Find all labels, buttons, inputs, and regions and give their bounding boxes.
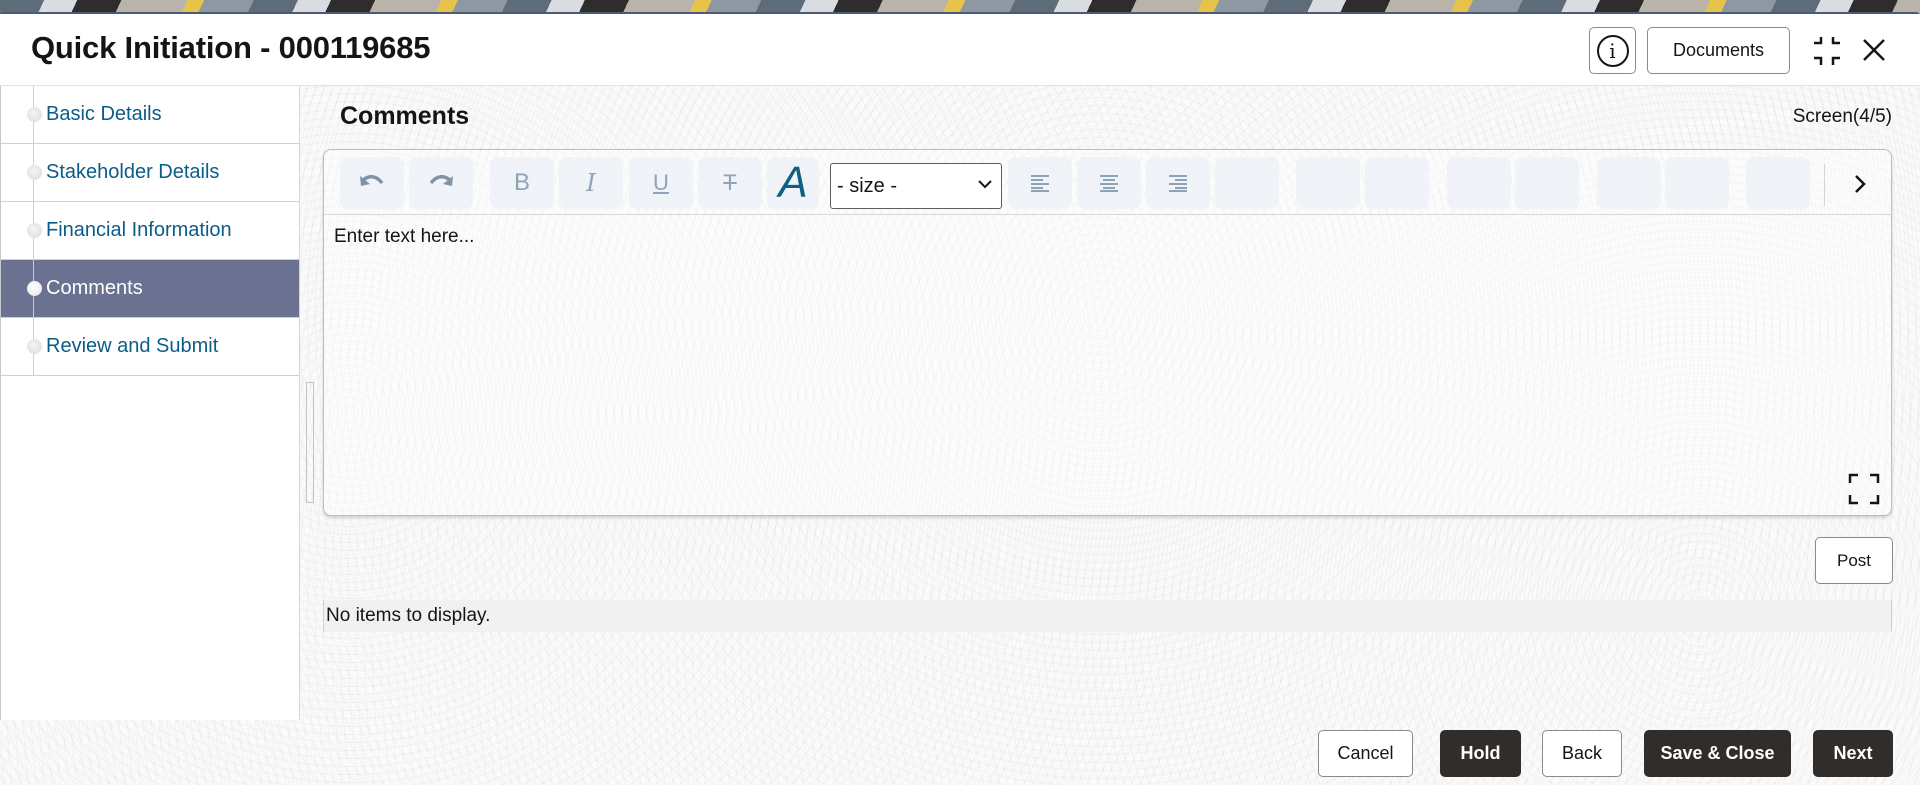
align-center-icon — [1100, 175, 1118, 192]
sidebar-item-label: Financial Information — [46, 219, 232, 241]
sidebar-nav: Basic Details Stakeholder Details Financ… — [0, 86, 300, 720]
font-icon: A — [778, 158, 808, 207]
toolbar-separator — [1824, 164, 1825, 206]
hold-button[interactable]: Hold — [1440, 730, 1521, 777]
toolbar-button-blank[interactable] — [1515, 157, 1579, 209]
next-button[interactable]: Next — [1813, 730, 1893, 777]
back-button[interactable]: Back — [1542, 730, 1622, 777]
sidebar-item-label: Review and Submit — [46, 335, 219, 357]
font-size-select[interactable]: - size - — [830, 163, 1002, 209]
align-left-button[interactable] — [1008, 157, 1072, 209]
undo-button[interactable] — [340, 157, 404, 209]
toolbar-more-button[interactable] — [1840, 164, 1880, 204]
undo-icon — [360, 175, 384, 186]
post-button[interactable]: Post — [1815, 537, 1893, 584]
strikethrough-button[interactable]: T — [698, 157, 762, 209]
underline-button[interactable]: U — [629, 157, 693, 209]
sidebar-item-basic-details[interactable]: Basic Details — [1, 86, 299, 144]
comment-text-area[interactable]: Enter text here... — [334, 226, 1881, 466]
page-title: Quick Initiation - 000119685 — [31, 30, 431, 65]
align-left-icon — [1031, 175, 1049, 192]
info-icon: i — [1596, 34, 1629, 67]
italic-button[interactable]: I — [559, 157, 623, 209]
toolbar-button-blank[interactable] — [1215, 157, 1279, 209]
info-button[interactable]: i — [1589, 27, 1636, 74]
sidebar-item-label: Comments — [46, 277, 143, 299]
sidebar-item-label: Stakeholder Details — [46, 161, 220, 183]
bold-icon: B — [513, 169, 530, 196]
step-dot-icon — [27, 280, 42, 296]
toolbar-button-blank[interactable] — [1296, 157, 1360, 209]
strikethrough-icon: T — [723, 170, 737, 195]
sidebar-item-financial-information[interactable]: Financial Information — [1, 202, 299, 260]
redo-button[interactable] — [409, 157, 473, 209]
step-dot-icon — [27, 164, 42, 180]
toolbar-button-blank[interactable] — [1597, 157, 1661, 209]
sidebar-item-label: Basic Details — [46, 103, 162, 125]
font-button[interactable]: A — [767, 157, 819, 209]
toolbar-button-blank[interactable] — [1365, 157, 1429, 209]
section-title: Comments — [340, 102, 470, 130]
underline-icon: U — [653, 170, 669, 195]
toolbar-button-blank[interactable] — [1447, 157, 1511, 209]
toolbar-button-blank[interactable] — [1665, 157, 1729, 209]
italic-icon: I — [586, 169, 596, 197]
chevron-right-icon — [1855, 175, 1866, 193]
documents-button[interactable]: Documents — [1647, 27, 1790, 74]
font-size-value: - size - — [837, 174, 897, 197]
align-right-button[interactable] — [1146, 157, 1210, 209]
comments-empty-message: No items to display. — [323, 600, 1892, 632]
bold-button[interactable]: B — [490, 157, 554, 209]
chevron-down-icon — [978, 180, 992, 189]
sidebar-scrollbar[interactable] — [306, 382, 314, 503]
save-and-close-button[interactable]: Save & Close — [1644, 730, 1791, 777]
step-dot-icon — [27, 338, 42, 354]
close-icon[interactable] — [1858, 34, 1890, 66]
screen-indicator: Screen(4/5) — [1792, 106, 1892, 127]
expand-icon[interactable] — [1847, 472, 1881, 506]
dialog-header: Quick Initiation - 000119685 i Documents — [0, 14, 1920, 86]
toolbar-button-blank[interactable] — [1746, 157, 1810, 209]
step-dot-icon — [27, 222, 42, 238]
quick-initiation-dialog: Quick Initiation - 000119685 i Documents… — [0, 12, 1920, 785]
comment-editor: B I U T A - size - Enter text here... — [323, 149, 1892, 516]
sidebar-item-stakeholder-details[interactable]: Stakeholder Details — [1, 144, 299, 202]
align-right-icon — [1169, 175, 1187, 192]
minimize-icon[interactable] — [1810, 34, 1844, 68]
sidebar-item-comments[interactable]: Comments — [1, 260, 299, 318]
align-center-button[interactable] — [1077, 157, 1141, 209]
sidebar-item-review-and-submit[interactable]: Review and Submit — [1, 318, 299, 376]
redo-icon — [429, 175, 453, 186]
step-dot-icon — [27, 106, 42, 122]
cancel-button[interactable]: Cancel — [1318, 730, 1413, 777]
editor-toolbar: B I U T A - size - — [324, 150, 1891, 215]
